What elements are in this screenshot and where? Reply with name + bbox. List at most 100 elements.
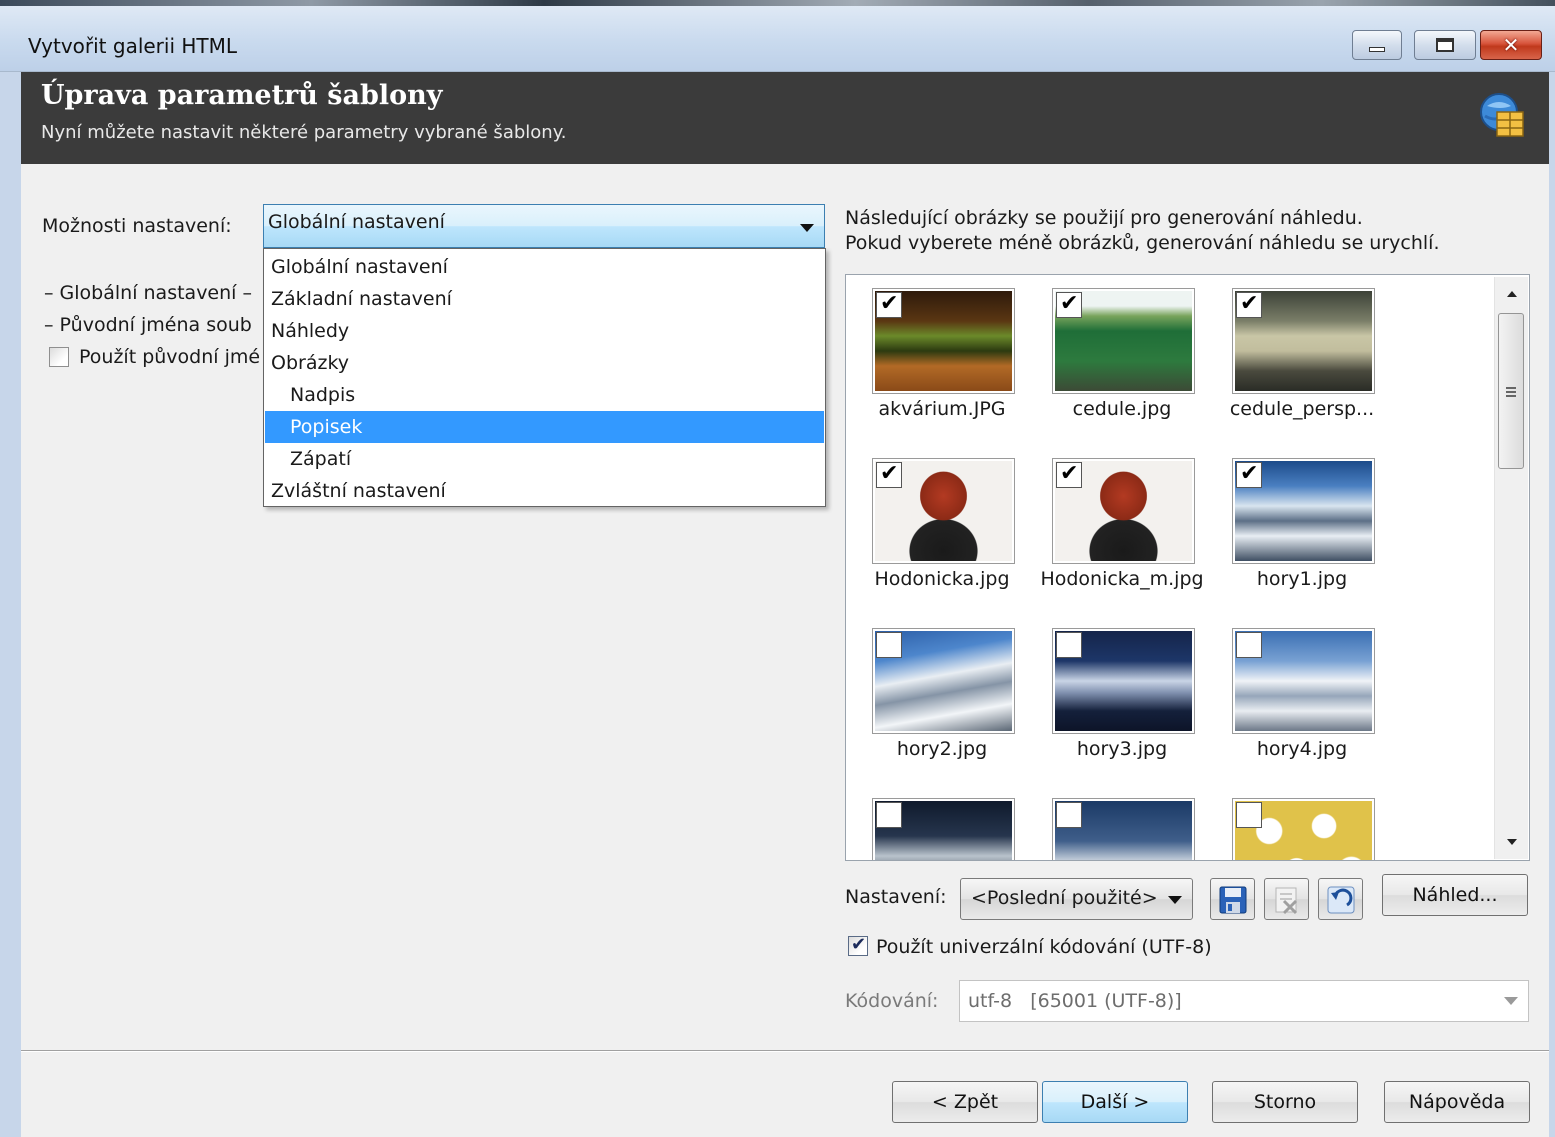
group-original-names-label: Původní jména soub [59, 314, 252, 336]
image-thumbnail[interactable]: ✔ [1232, 288, 1375, 394]
image-thumbnail[interactable]: ✔ [1052, 288, 1195, 394]
check-icon: ✔ [880, 291, 899, 316]
image-thumbnail[interactable] [1232, 628, 1375, 734]
footer-separator [21, 1050, 1549, 1052]
check-icon: ✔ [1240, 461, 1259, 486]
dropdown-item[interactable]: Obrázky [265, 347, 824, 379]
window-frame-right [1549, 72, 1555, 1137]
options-dropdown-list: Globální nastavení Základní nastavení Ná… [263, 248, 826, 507]
image-name: hory3.jpg [1076, 738, 1168, 760]
image-name: cedule.jpg [1072, 398, 1172, 420]
dropdown-item-selected[interactable]: Popisek [265, 411, 824, 443]
close-button[interactable]: ✕ [1480, 30, 1542, 60]
image-thumbnail[interactable]: ✔ [872, 458, 1015, 564]
undo-icon [1327, 886, 1355, 914]
encoding-select[interactable]: utf-8 [65001 (UTF-8)] [959, 980, 1529, 1022]
dropdown-item[interactable]: Nadpis [265, 379, 824, 411]
title-bar: Vytvořit galerii HTML ✕ [0, 6, 1555, 72]
image-thumbnail[interactable] [1052, 628, 1195, 734]
maximize-icon [1436, 38, 1454, 52]
chevron-down-icon [1168, 896, 1182, 904]
options-select[interactable]: Globální nastavení [263, 204, 825, 248]
window-title: Vytvořit galerii HTML [28, 34, 238, 58]
image-checkbox[interactable]: ✔ [1236, 461, 1262, 488]
info-text-line2: Pokud vyberete méně obrázků, generování … [845, 232, 1440, 254]
preview-button[interactable]: Náhled... [1382, 874, 1528, 916]
image-name: hory4.jpg [1256, 738, 1348, 760]
image-thumbnail[interactable]: ✔ [1232, 458, 1375, 564]
dropdown-item[interactable]: Zápatí [265, 443, 824, 475]
check-icon: ✔ [880, 461, 899, 486]
image-checkbox[interactable] [1236, 632, 1262, 658]
check-icon: ✔ [1060, 461, 1079, 486]
check-icon: ✔ [1240, 291, 1259, 316]
image-checkbox[interactable] [1056, 632, 1082, 658]
dropdown-item[interactable]: Náhledy [265, 315, 824, 347]
maximize-button[interactable] [1414, 30, 1476, 60]
encoding-select-value: utf-8 [65001 (UTF-8)] [968, 990, 1182, 1012]
image-list[interactable]: ✔ akvárium.JPG ✔ cedule.jpg ✔ cedule_per… [845, 274, 1530, 861]
image-name: Hodonicka_m.jpg [1040, 568, 1204, 590]
image-checkbox[interactable]: ✔ [876, 291, 902, 318]
options-select-value: Globální nastavení [268, 211, 445, 233]
image-checkbox[interactable] [876, 802, 902, 828]
dropdown-item[interactable]: Zvláštní nastavení [265, 475, 824, 507]
utf8-checkbox[interactable]: ✔ [848, 934, 868, 956]
image-name: akvárium.JPG [878, 398, 1006, 420]
image-checkbox[interactable]: ✔ [1056, 291, 1082, 318]
save-preset-button[interactable] [1210, 878, 1255, 920]
image-name: cedule_persp... [1229, 398, 1375, 420]
scroll-up-icon[interactable] [1507, 291, 1517, 297]
encoding-label: Kódování: [845, 990, 939, 1012]
image-name: Hodonicka.jpg [874, 568, 1010, 590]
group-global-settings-label: Globální nastavení [59, 282, 237, 304]
chevron-down-icon [1504, 997, 1518, 1005]
delete-icon [1275, 887, 1298, 915]
grip-icon [1506, 387, 1516, 397]
image-thumbnail[interactable] [872, 628, 1015, 734]
preset-select[interactable]: <Poslední použité> [960, 878, 1193, 920]
reset-preset-button[interactable] [1318, 878, 1363, 920]
image-thumbnail[interactable] [1052, 798, 1195, 860]
delete-preset-button[interactable] [1264, 878, 1309, 920]
back-button[interactable]: < Zpět [892, 1081, 1038, 1123]
image-checkbox[interactable] [1056, 802, 1082, 828]
check-icon: ✔ [851, 934, 867, 955]
minimize-button[interactable] [1352, 30, 1402, 60]
use-original-names-checkbox[interactable] [49, 347, 69, 367]
check-icon: ✔ [1060, 291, 1079, 316]
info-text-line1: Následující obrázky se použijí pro gener… [845, 207, 1363, 229]
scroll-thumb[interactable] [1498, 313, 1524, 469]
image-thumbnail[interactable] [872, 798, 1015, 860]
image-thumbnail[interactable] [1232, 798, 1375, 860]
chevron-down-icon [800, 224, 814, 232]
image-checkbox[interactable]: ✔ [1056, 461, 1082, 488]
wizard-header: Úprava parametrů šablony Nyní můžete nas… [21, 72, 1549, 164]
dropdown-item[interactable]: Základní nastavení [265, 283, 824, 315]
cancel-button[interactable]: Storno [1212, 1081, 1358, 1123]
minimize-icon [1369, 46, 1385, 52]
image-list-scrollbar[interactable] [1494, 277, 1528, 859]
image-checkbox[interactable] [1236, 802, 1262, 828]
image-checkbox[interactable]: ✔ [1236, 291, 1262, 318]
group-global-settings: – Globální nastavení – [44, 282, 252, 304]
preset-label: Nastavení: [845, 886, 947, 908]
next-button[interactable]: Další > [1042, 1081, 1188, 1123]
save-icon [1219, 886, 1247, 914]
image-checkbox[interactable] [876, 632, 902, 658]
image-thumbnail[interactable]: ✔ [1052, 458, 1195, 564]
image-checkbox[interactable]: ✔ [876, 461, 902, 488]
image-name: hory2.jpg [896, 738, 988, 760]
dropdown-item[interactable]: Globální nastavení [265, 251, 824, 283]
image-thumbnail[interactable]: ✔ [872, 288, 1015, 394]
page-title: Úprava parametrů šablony [41, 80, 443, 111]
image-name: hory1.jpg [1256, 568, 1348, 590]
preset-select-value: <Poslední použité> [971, 887, 1158, 909]
help-button[interactable]: Nápověda [1384, 1081, 1530, 1123]
gallery-template-icon [1480, 93, 1524, 137]
scroll-down-icon[interactable] [1507, 839, 1517, 845]
page-subtitle: Nyní můžete nastavit některé parametry v… [41, 122, 567, 143]
window-frame-left [0, 72, 21, 1137]
use-original-names-label: Použít původní jmé [79, 346, 261, 368]
close-icon: ✕ [1502, 33, 1520, 57]
